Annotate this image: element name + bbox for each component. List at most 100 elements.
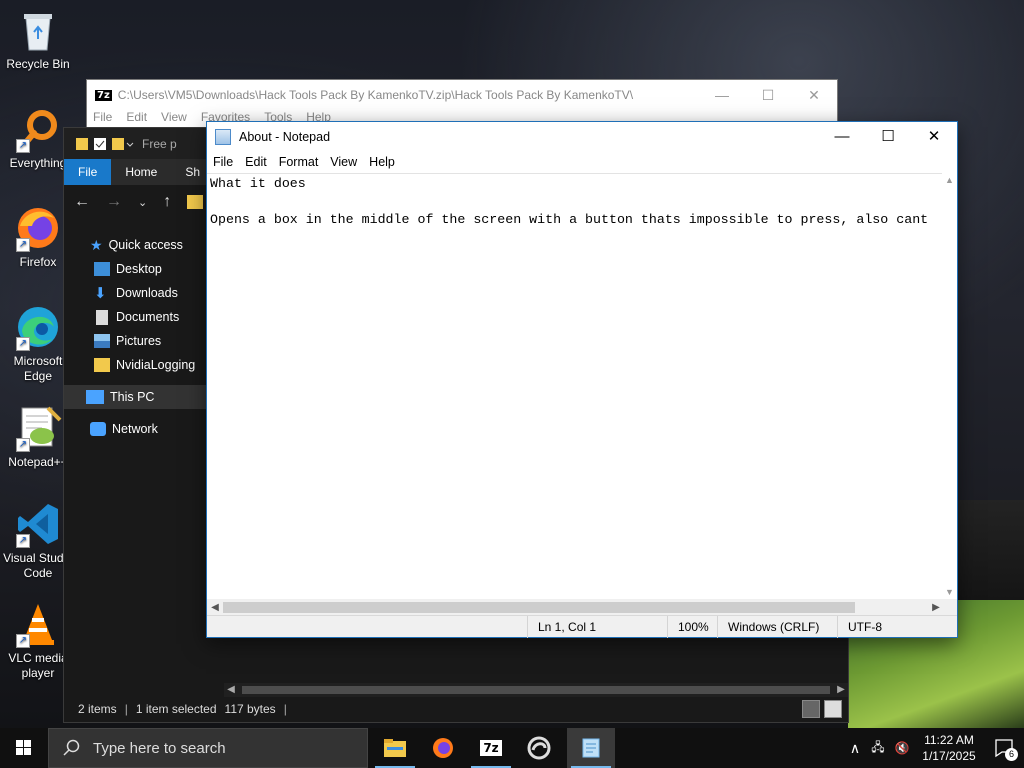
menu-format[interactable]: Format [279,155,319,169]
scrollbar-thumb[interactable] [242,686,830,694]
shortcut-arrow-icon: ↗ [16,634,30,648]
menu-view[interactable]: View [161,110,187,124]
menu-help[interactable]: Help [369,155,395,169]
selection-size: 117 bytes [224,702,276,716]
close-button[interactable]: ✕ [911,122,957,152]
minimize-button[interactable]: — [699,80,745,110]
scroll-left-arrow-icon[interactable]: ◀ [207,599,223,616]
ribbon-tab-file[interactable]: File [64,159,112,185]
large-icons-view-button[interactable] [824,700,842,718]
sidebar-item-documents[interactable]: Documents [64,305,206,329]
desktop-icon-recycle-bin[interactable]: Recycle Bin [0,6,76,72]
chevron-up-icon[interactable]: ∧ [844,740,866,757]
network-status-icon[interactable]: 🖧 [866,738,890,759]
maximize-button[interactable]: ☐ [865,122,911,152]
cursor-position: Ln 1, Col 1 [527,616,667,638]
start-button[interactable] [0,728,48,768]
taskbar: Type here to search 7z ∧ 🖧 🔇 11:22 AM 1/… [0,728,1024,768]
edge-beta-icon [527,736,551,760]
item-count: 2 items [78,702,117,716]
clock-time: 11:22 AM [924,733,974,747]
sidebar-item-this-pc[interactable]: This PC [64,385,206,409]
desktop-icon-label: Microsoft Edge [13,354,63,383]
scroll-down-arrow-icon[interactable]: ▼ [942,585,957,600]
menu-file[interactable]: File [213,155,233,169]
search-placeholder: Type here to search [93,739,226,757]
encoding: UTF-8 [837,616,943,638]
scroll-left-arrow-icon[interactable]: ◀ [224,683,238,697]
notepad-text-area[interactable]: What it does Opens a box in the middle o… [207,173,944,600]
notepad-menubar: File Edit Format View Help [207,152,957,172]
selection-count: 1 item selected [135,702,217,716]
sidebar-item-label: Documents [116,310,180,324]
address-folder-icon[interactable] [187,195,204,209]
menu-view[interactable]: View [330,155,357,169]
shortcut-arrow-icon: ↗ [16,438,30,452]
scroll-right-arrow-icon[interactable]: ▶ [834,683,848,697]
taskbar-app-file-explorer[interactable] [371,728,419,768]
vlc-icon: ↗ [14,600,62,648]
zoom-level: 100% [667,616,717,638]
sidebar-item-pictures[interactable]: Pictures [64,329,206,353]
sidebar-item-label: NvidiaLogging [116,358,196,372]
sidebar-item-quick-access[interactable]: ★ Quick access [64,233,206,257]
explorer-title: Free p [142,136,177,151]
forward-arrow-icon[interactable]: → [106,193,122,211]
notification-icon [995,739,1013,758]
quick-access-toolbar-icons[interactable] [74,136,134,152]
download-icon: ⬇ [94,285,107,302]
menu-edit[interactable]: Edit [245,155,267,169]
shortcut-arrow-icon: ↗ [16,238,30,252]
sidebar-item-label: Downloads [116,286,178,300]
windows-logo-icon [16,740,31,755]
taskbar-app-firefox[interactable] [419,728,467,768]
scrollbar-corner [942,599,957,616]
sidebar-item-label: Desktop [116,262,162,276]
sidebar-item-nvidialogging[interactable]: NvidiaLogging [64,353,206,377]
notepad-horizontal-scrollbar[interactable]: ◀ ▶ [207,599,944,616]
explorer-statusbar: 2 items | 1 item selected 117 bytes | [64,696,848,722]
firefox-icon: ↗ [14,204,62,252]
details-view-button[interactable] [802,700,820,718]
notepad-icon [582,738,600,758]
sidebar-item-downloads[interactable]: ⬇ Downloads [64,281,206,305]
ribbon-tab-home[interactable]: Home [111,159,171,185]
pc-icon [86,390,104,404]
menu-file[interactable]: File [93,110,112,124]
line-ending: Windows (CRLF) [717,616,837,638]
clock-date: 1/17/2025 [922,749,976,763]
taskbar-app-notepad[interactable] [567,728,615,768]
notepad-title: About - Notepad [239,130,331,144]
notepad-statusbar: Ln 1, Col 1 100% Windows (CRLF) UTF-8 [207,615,957,638]
pictures-icon [94,334,110,348]
up-arrow-icon[interactable]: ↑ [163,193,171,211]
7zip-icon: 7z [480,740,502,756]
taskbar-app-7zip[interactable]: 7z [467,728,515,768]
volume-muted-icon[interactable]: 🔇 [890,741,914,755]
close-button[interactable]: ✕ [791,80,837,110]
taskbar-clock[interactable]: 11:22 AM 1/17/2025 [914,732,984,764]
notification-center-button[interactable]: 6 [984,728,1024,768]
notepadpp-icon: ↗ [14,404,62,452]
desktop-icon-label: VLC media player [8,651,68,680]
vscode-icon: ↗ [14,500,62,548]
back-arrow-icon[interactable]: ← [74,193,90,211]
sidebar-item-network[interactable]: Network [64,417,206,441]
notepad-app-icon [215,129,231,145]
explorer-nav-pane: ★ Quick access Desktop ⬇ Downloads Docum… [64,233,206,441]
notepad-window[interactable]: About - Notepad — ☐ ✕ File Edit Format V… [206,121,958,638]
desktop-icon-label: Recycle Bin [6,57,70,71]
taskbar-search-box[interactable]: Type here to search [48,728,368,768]
scroll-up-arrow-icon[interactable]: ▲ [942,173,957,188]
maximize-button[interactable]: ☐ [745,80,791,110]
search-icon [63,739,80,756]
scrollbar-thumb[interactable] [223,602,855,613]
menu-edit[interactable]: Edit [126,110,147,124]
system-tray: ∧ 🖧 🔇 11:22 AM 1/17/2025 6 [844,728,1024,768]
taskbar-app-edge-beta[interactable] [515,728,563,768]
minimize-button[interactable]: — [819,122,865,152]
notepad-vertical-scrollbar[interactable]: ▲ ▼ [942,173,957,600]
recent-dropdown-icon[interactable]: ⌄ [138,196,147,209]
sidebar-item-desktop[interactable]: Desktop [64,257,206,281]
explorer-horizontal-scrollbar[interactable]: ◀ ▶ [224,683,848,697]
